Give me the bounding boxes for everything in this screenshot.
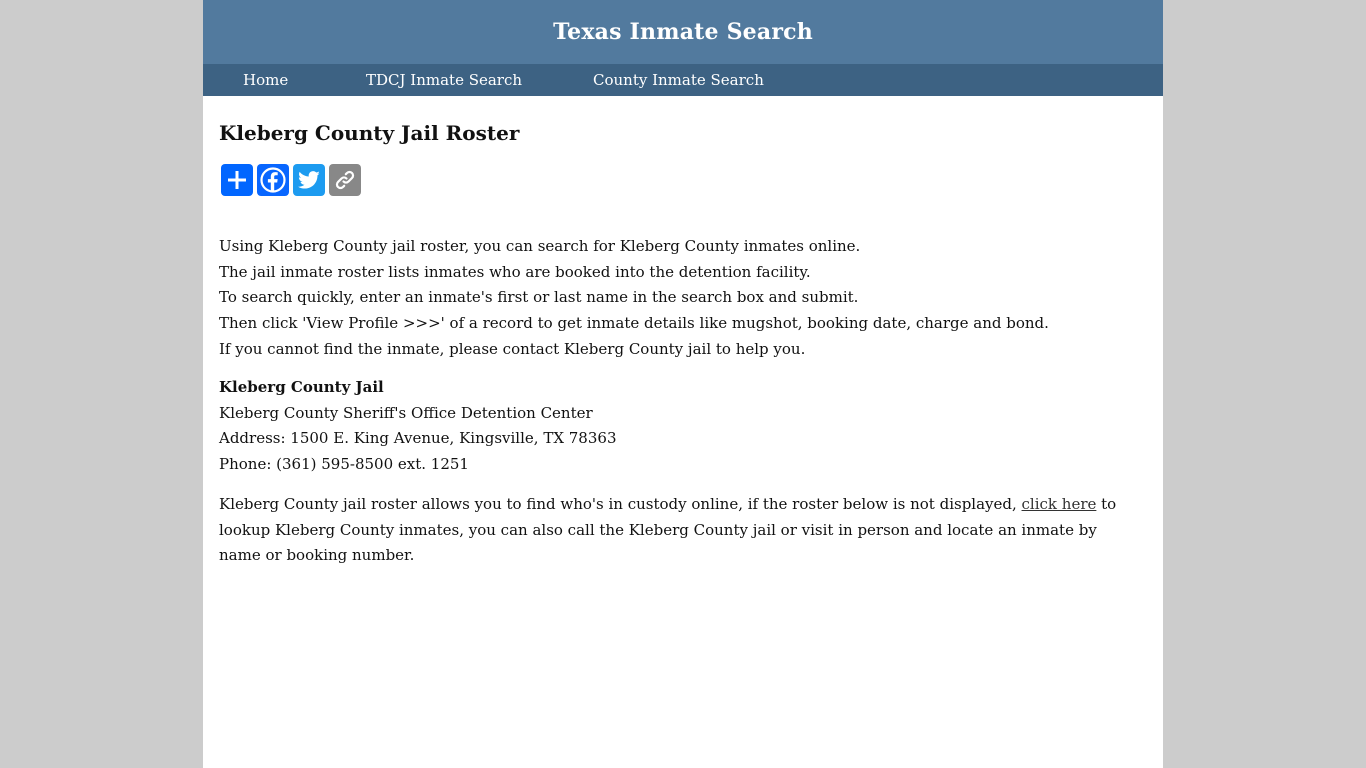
jail-phone: Phone: (361) 595-8500 ext. 1251 — [219, 455, 469, 473]
jail-facility: Kleberg County Sheriff's Office Detentio… — [219, 404, 593, 422]
site-header: Texas Inmate Search — [203, 0, 1163, 64]
jail-name: Kleberg County Jail — [219, 378, 384, 396]
roster-text-before-link: Kleberg County jail roster allows you to… — [219, 495, 1022, 513]
intro-line: Using Kleberg County jail roster, you ca… — [219, 237, 861, 255]
intro-line: Then click 'View Profile >>>' of a recor… — [219, 314, 1049, 332]
page-title: Kleberg County Jail Roster — [219, 121, 520, 145]
intro-line: The jail inmate roster lists inmates who… — [219, 263, 811, 281]
plus-icon — [228, 171, 246, 189]
nav-county-inmate-search-link[interactable]: County Inmate Search — [593, 64, 764, 96]
nav-tdcj-inmate-search-link[interactable]: TDCJ Inmate Search — [366, 64, 522, 96]
share-copy-link-button[interactable] — [329, 164, 361, 196]
share-facebook-button[interactable] — [257, 164, 289, 196]
nav-home-link[interactable]: Home — [243, 64, 288, 96]
click-here-link[interactable]: click here — [1022, 495, 1097, 513]
intro-line: To search quickly, enter an inmate's fir… — [219, 288, 859, 306]
facebook-icon — [260, 167, 286, 193]
roster-paragraph: Kleberg County jail roster allows you to… — [219, 492, 1119, 569]
share-add-button[interactable] — [221, 164, 253, 196]
page-container: Texas Inmate Search Home TDCJ Inmate Sea… — [203, 0, 1163, 768]
share-twitter-button[interactable] — [293, 164, 325, 196]
site-title[interactable]: Texas Inmate Search — [553, 19, 813, 45]
intro-line: If you cannot find the inmate, please co… — [219, 340, 806, 358]
twitter-icon — [297, 171, 320, 189]
share-buttons — [221, 164, 361, 196]
link-icon — [335, 170, 355, 190]
jail-address: Address: 1500 E. King Avenue, Kingsville… — [219, 429, 617, 447]
main-nav: Home TDCJ Inmate Search County Inmate Se… — [203, 64, 1163, 96]
